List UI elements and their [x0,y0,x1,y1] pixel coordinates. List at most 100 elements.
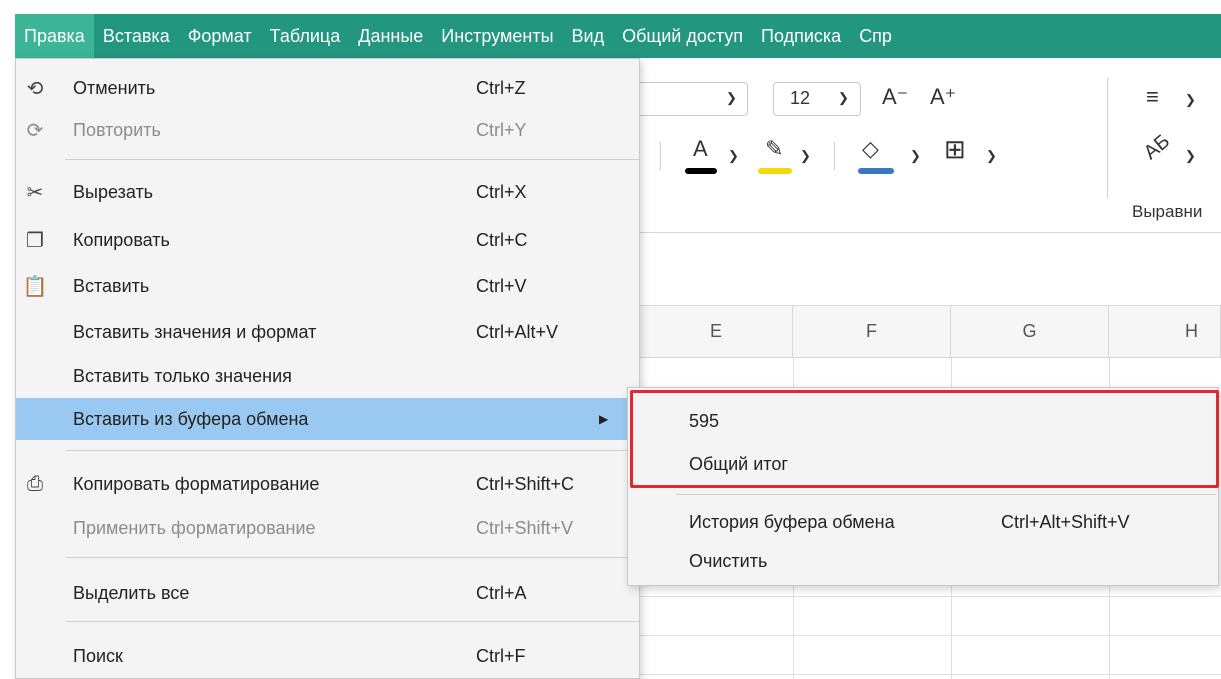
chevron-down-icon[interactable]: ❯ [1185,148,1196,164]
redo-icon: ⟳ [26,119,44,142]
menu-separator [65,159,639,160]
chevron-down-icon[interactable]: ❯ [1185,92,1196,108]
ribbon-toolbar: ❯ 12 ❯ A⁻ A⁺ ≡ ❯ A ❯ ✎ ❯ ◇ ❯ ⊞ ❯ АБ ❯ Вы… [630,58,1221,233]
clipboard-entry[interactable]: 595 [628,402,1218,440]
chevron-down-icon[interactable]: ❯ [986,148,997,164]
paste-from-clipboard-label: Вставить из буфера обмена [73,408,309,429]
menu-sharing[interactable]: Общий доступ [613,14,752,58]
chevron-down-icon[interactable]: ❯ [728,148,739,164]
menu-tools[interactable]: Инструменты [432,14,562,58]
apply-formatting-label: Применить форматирование [73,517,316,538]
menu-table[interactable]: Таблица [261,14,350,58]
highlight-color-swatch [758,168,792,174]
menu-item-paste-from-clipboard[interactable]: Вставить из буфера обмена ▶ [16,398,639,440]
undo-icon: ⟲ [26,77,44,100]
fill-bucket-icon[interactable]: ◇ [862,136,879,162]
menu-item-apply-formatting[interactable]: Применить форматирование Ctrl+Shift+V [16,507,639,549]
font-color-swatch [685,168,717,174]
menu-separator [676,494,1216,495]
align-group-label: Выравни [1132,202,1203,221]
paste-label: Вставить [73,275,150,296]
font-color-icon[interactable]: A [693,136,708,162]
menu-help[interactable]: Спр [850,14,901,58]
column-header-g[interactable]: G [951,306,1109,358]
submenu-arrow-icon: ▶ [599,412,609,426]
font-size-value: 12 [790,88,811,108]
menu-item-clipboard-history[interactable]: История буфера обмена Ctrl+Alt+Shift+V [628,503,1218,541]
menu-item-select-all[interactable]: Выделить все Ctrl+A [16,572,639,614]
ribbon-divider [1107,78,1108,198]
grid-line [640,674,1221,675]
align-left-icon[interactable]: ≡ [1146,84,1159,110]
cut-shortcut: Ctrl+X [476,181,527,202]
clear-clipboard-label: Очистить [689,550,768,571]
ribbon-bottom-border [640,232,1221,233]
copy-icon: ❐ [26,229,44,252]
grid-line [640,635,1221,636]
menu-separator [65,621,639,622]
clipboard-history-label: История буфера обмена [689,511,895,532]
copy-formatting-label: Копировать форматирование [73,473,320,494]
menu-item-clear-clipboard[interactable]: Очистить [628,542,1218,580]
menu-format[interactable]: Формат [179,14,261,58]
clipboard-entry-text: 595 [689,410,720,431]
paste-shortcut: Ctrl+V [476,275,527,296]
edit-menu: ⟲ Отменить Ctrl+Z ⟳ Повторить Ctrl+Y ✂ В… [15,58,640,679]
menu-item-find[interactable]: Поиск Ctrl+F [16,635,639,677]
clipboard-icon: 📋 [22,275,48,298]
undo-label: Отменить [73,77,156,98]
apply-formatting-shortcut: Ctrl+Shift+V [476,517,574,538]
chevron-down-icon[interactable]: ❯ [838,90,849,106]
menu-item-paste[interactable]: 📋 Вставить Ctrl+V [16,265,639,307]
menu-edit[interactable]: Правка [15,14,94,58]
clipboard-entry[interactable]: Общий итог [628,445,1218,483]
menu-separator [65,450,639,451]
redo-shortcut: Ctrl+Y [476,119,527,140]
clipboard-submenu: 595 Общий итог История буфера обмена Ctr… [627,387,1219,586]
highlight-pen-icon[interactable]: ✎ [765,136,783,162]
menu-bar-strip: Правка Вставка Формат Таблица Данные Инс… [15,14,1221,58]
chevron-down-icon[interactable]: ❯ [726,90,737,106]
menu-item-redo[interactable]: ⟳ Повторить Ctrl+Y [16,109,639,151]
borders-icon[interactable]: ⊞ [944,134,966,165]
paste-values-format-shortcut: Ctrl+Alt+V [476,321,559,342]
copy-formatting-shortcut: Ctrl+Shift+C [476,473,575,494]
select-all-shortcut: Ctrl+A [476,582,527,603]
menu-subscription[interactable]: Подписка [752,14,850,58]
menu-view[interactable]: Вид [563,14,614,58]
increase-font-button[interactable]: A⁺ [930,84,956,110]
clipboard-entry-text: Общий итог [689,453,788,474]
chevron-down-icon[interactable]: ❯ [910,148,921,164]
redo-label: Повторить [73,119,161,140]
find-label: Поиск [73,645,123,666]
fill-color-swatch [858,168,894,174]
menu-item-copy[interactable]: ❐ Копировать Ctrl+C [16,219,639,261]
column-header-h[interactable]: H [1109,306,1221,358]
menu-insert[interactable]: Вставка [94,14,179,58]
menu-item-cut[interactable]: ✂ Вырезать Ctrl+X [16,171,639,213]
grid-line [640,596,1221,597]
chevron-down-icon[interactable]: ❯ [800,148,811,164]
text-rotation-icon[interactable]: АБ [1140,130,1175,165]
menu-item-paste-values-only[interactable]: Вставить только значения [16,355,639,397]
paste-values-format-label: Вставить значения и формат [73,321,317,342]
copy-shortcut: Ctrl+C [476,229,528,250]
column-header-f[interactable]: F [793,306,951,358]
column-header-e[interactable]: E [640,306,793,358]
menu-separator [65,557,639,558]
menu-item-undo[interactable]: ⟲ Отменить Ctrl+Z [16,67,639,109]
cut-label: Вырезать [73,181,154,202]
scissors-icon: ✂ [26,181,44,204]
ribbon-divider [834,142,835,170]
ribbon-divider [660,142,661,170]
clipboard-history-shortcut: Ctrl+Alt+Shift+V [1001,511,1130,532]
find-shortcut: Ctrl+F [476,645,526,666]
select-all-label: Выделить все [73,582,190,603]
decrease-font-button[interactable]: A⁻ [882,84,908,110]
copy-label: Копировать [73,229,170,250]
menu-item-paste-values-format[interactable]: Вставить значения и формат Ctrl+Alt+V [16,311,639,353]
paste-values-only-label: Вставить только значения [73,365,292,386]
undo-shortcut: Ctrl+Z [476,77,526,98]
menu-data[interactable]: Данные [349,14,432,58]
menu-item-copy-formatting[interactable]: ⎙ Копировать форматирование Ctrl+Shift+C [16,463,639,505]
